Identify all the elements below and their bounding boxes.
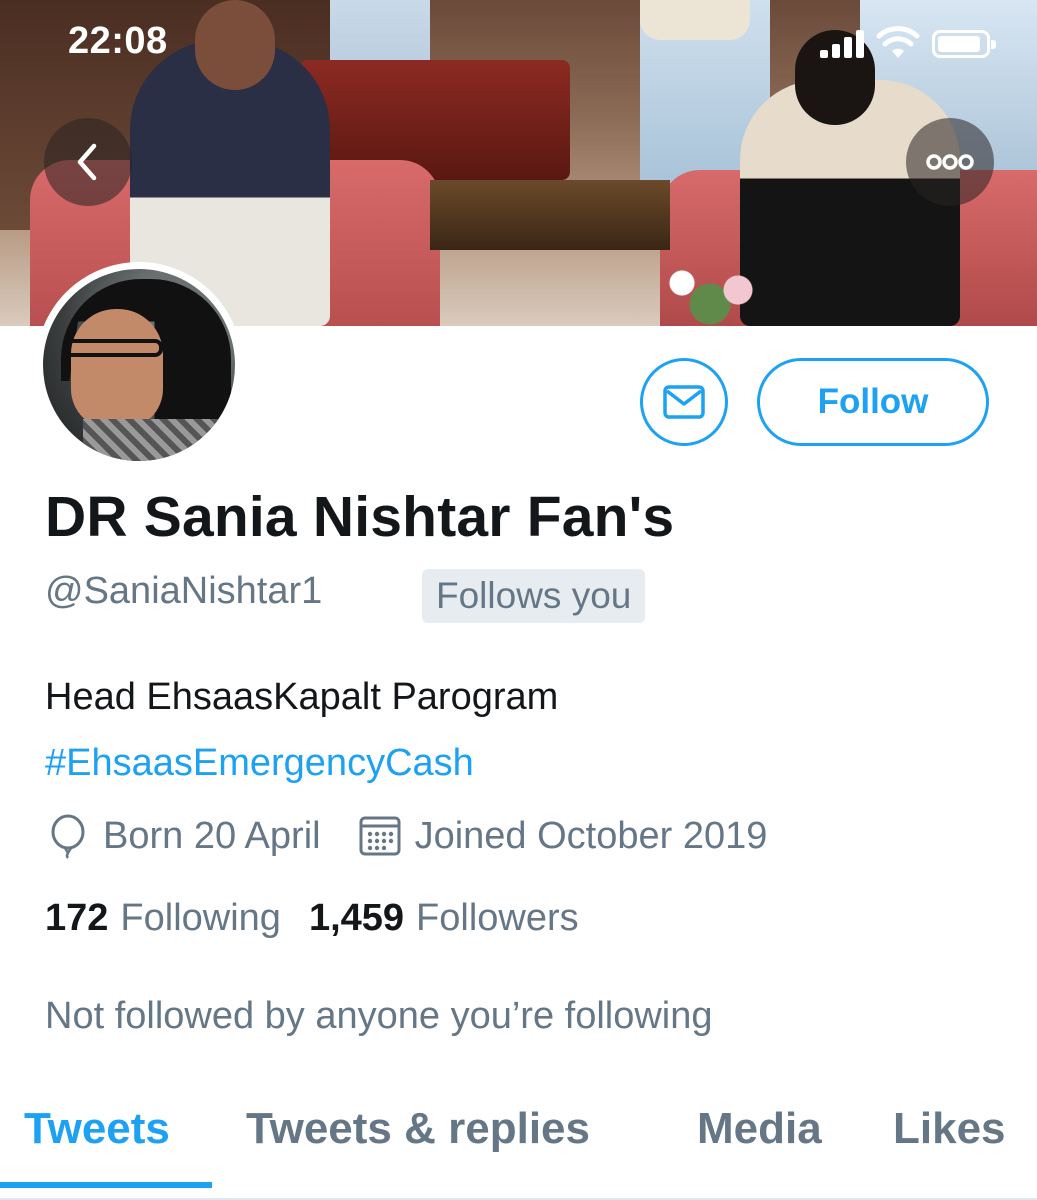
avatar[interactable]: [36, 262, 242, 468]
follows-you-badge: Follows you: [422, 569, 646, 623]
following-count: 172: [45, 897, 109, 939]
status-bar: 22:08: [0, 0, 1037, 90]
avatar-image: [43, 269, 235, 461]
profile-bio: Head EhsaasKapalt Parogram #EhsaasEmerge…: [45, 664, 558, 796]
battery-icon: [932, 30, 996, 58]
banner-table: [430, 180, 670, 250]
birthday-text: Born 20 April: [103, 814, 321, 857]
back-button[interactable]: [44, 118, 132, 206]
display-name: DR Sania Nishtar Fan's: [45, 485, 675, 549]
more-options-button[interactable]: [906, 118, 994, 206]
joined-text: Joined October 2019: [414, 814, 768, 857]
chevron-left-icon: [77, 143, 97, 181]
follow-stats: 172 Following 1,459 Followers: [45, 897, 579, 940]
balloon-icon: [51, 814, 85, 859]
mutual-followers-note: Not followed by anyone you’re following: [45, 995, 713, 1037]
status-time: 22:08: [68, 20, 168, 62]
joined-info: Joined October 2019: [357, 813, 768, 859]
followers-stat[interactable]: 1,459 Followers: [309, 897, 579, 940]
banner-flowers: [640, 255, 780, 325]
calendar-icon: [359, 816, 401, 856]
more-horizontal-icon: [926, 154, 974, 170]
profile-meta: Born 20 April Joined October 2019: [45, 808, 767, 864]
birthday-info: Born 20 April: [45, 813, 321, 859]
bio-hashtag-link[interactable]: #EhsaasEmergencyCash: [45, 730, 558, 796]
followers-count: 1,459: [308, 897, 405, 939]
followers-label: Followers: [416, 897, 579, 939]
bio-text: Head EhsaasKapalt Parogram: [45, 676, 559, 718]
tab-tweets-and-replies[interactable]: Tweets & replies: [246, 1104, 590, 1154]
tab-media[interactable]: Media: [697, 1104, 822, 1154]
follow-button[interactable]: Follow: [757, 358, 989, 446]
tab-likes[interactable]: Likes: [893, 1104, 1006, 1154]
following-stat[interactable]: 172 Following: [45, 897, 281, 940]
tab-tweets[interactable]: Tweets: [24, 1104, 170, 1154]
signal-icon: [820, 30, 866, 58]
wifi-icon: [876, 26, 920, 60]
envelope-icon: [663, 385, 705, 419]
active-tab-indicator: [0, 1182, 212, 1188]
message-button[interactable]: [640, 358, 728, 446]
following-label: Following: [120, 897, 281, 939]
user-handle: @SaniaNishtar1: [45, 570, 323, 612]
